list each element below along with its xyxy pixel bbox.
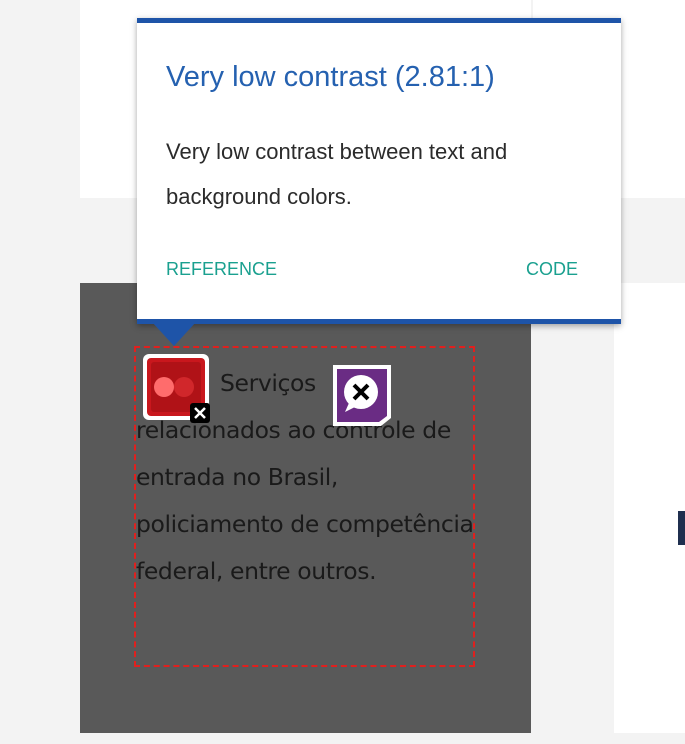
- contrast-error-icon[interactable]: [142, 353, 212, 425]
- alt-text-error-icon[interactable]: [327, 358, 399, 430]
- partial-heading-glyph: [678, 511, 685, 545]
- reference-link[interactable]: REFERENCE: [166, 259, 277, 280]
- content-card-right: [614, 283, 685, 733]
- tooltip-description: Very low contrast between text and backg…: [166, 139, 508, 209]
- tooltip-pointer: [152, 322, 196, 346]
- tooltip-title: Very low contrast (2.81:1): [166, 61, 495, 93]
- service-description-rest: relacionados ao controle de entrada no B…: [136, 416, 474, 585]
- code-link[interactable]: CODE: [526, 259, 578, 280]
- contrast-tooltip: Very low contrast (2.81:1) Very low cont…: [137, 18, 621, 324]
